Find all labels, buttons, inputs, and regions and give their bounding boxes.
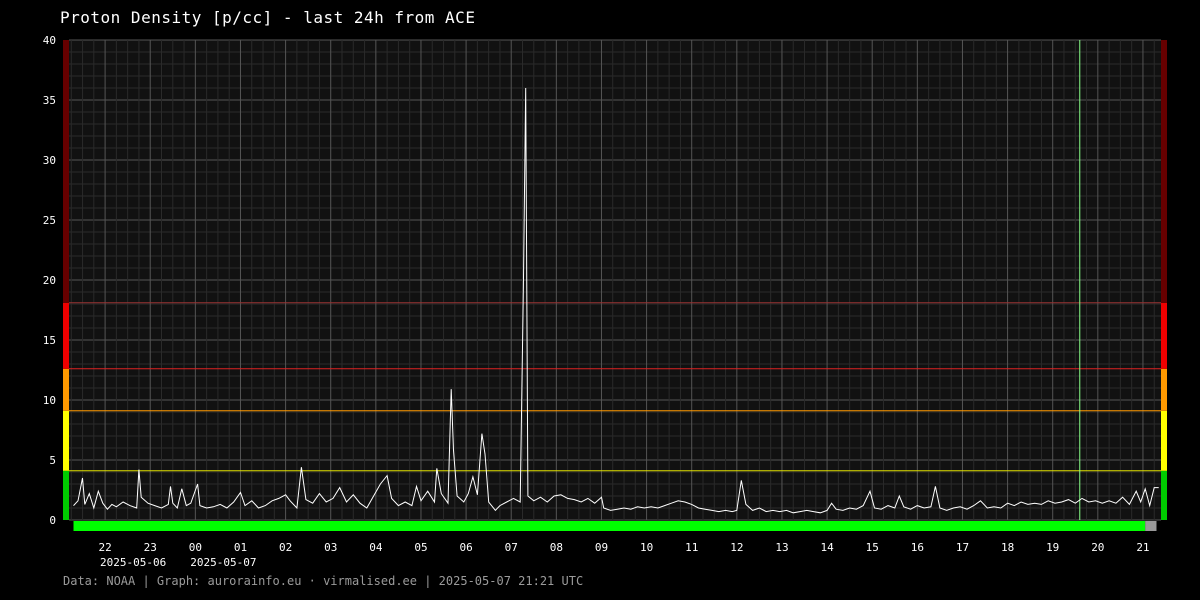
x-tick-label: 19 [1046,541,1059,554]
level-band-left [63,410,69,471]
data-source-footer: Data: NOAA | Graph: aurorainfo.eu · virm… [63,574,584,588]
chart-grid [69,39,1161,521]
x-tick-label: 08 [550,541,563,554]
y-tick-label: 15 [43,334,56,347]
x-tick-label: 06 [459,541,472,554]
level-band-left [63,40,69,303]
y-tick-label: 10 [43,394,56,407]
level-band-right [1161,410,1167,471]
y-axis-ticks: 0 5 10 15 20 25 30 35 40 [43,34,56,527]
level-band-left [63,368,69,411]
level-band-right [1161,40,1167,303]
x-axis-ticks: 22 23 00 01 02 03 04 05 06 07 08 09 10 11 12 13 14 15 16 17… [98,541,1149,554]
y-tick-label: 25 [43,214,56,227]
y-tick-label: 5 [49,454,56,467]
x-tick-label: 16 [911,541,924,554]
x-tick-label: 21 [1136,541,1149,554]
x-tick-label: 18 [1001,541,1014,554]
data-quality-bar [73,521,1157,531]
x-tick-label: 23 [144,541,157,554]
level-band-right [1161,302,1167,369]
date-label: 2025-05-06 [100,556,166,569]
x-tick-label: 03 [324,541,337,554]
x-tick-label: 05 [414,541,427,554]
x-tick-label: 10 [640,541,653,554]
x-tick-label: 20 [1091,541,1104,554]
y-tick-label: 20 [43,274,56,287]
y-tick-label: 0 [49,514,56,527]
x-tick-label: 15 [866,541,879,554]
level-band-left [63,470,69,520]
x-tick-label: 02 [279,541,292,554]
y-tick-label: 40 [43,34,56,47]
level-band-left [63,302,69,369]
quality-segment [1145,521,1157,531]
date-labels: 2025-05-06 2025-05-07 [100,556,256,569]
x-tick-label: 22 [98,541,111,554]
x-tick-label: 17 [956,541,969,554]
x-tick-label: 09 [595,541,608,554]
x-tick-label: 00 [189,541,202,554]
x-tick-label: 13 [775,541,788,554]
x-tick-label: 07 [505,541,518,554]
x-tick-label: 04 [369,541,383,554]
x-tick-label: 11 [685,541,698,554]
level-band-right [1161,368,1167,411]
y-tick-label: 35 [43,94,56,107]
y-tick-label: 30 [43,154,56,167]
level-band-right [1161,470,1167,520]
date-label: 2025-05-07 [190,556,256,569]
proton-density-chart: 0510152025303540 22 23 00 01 02 03 04 05 06 07 08 0… [43,34,1167,569]
x-tick-label: 14 [820,541,834,554]
x-tick-label: 01 [234,541,247,554]
quality-segment [73,521,1146,531]
x-tick-label: 12 [730,541,743,554]
